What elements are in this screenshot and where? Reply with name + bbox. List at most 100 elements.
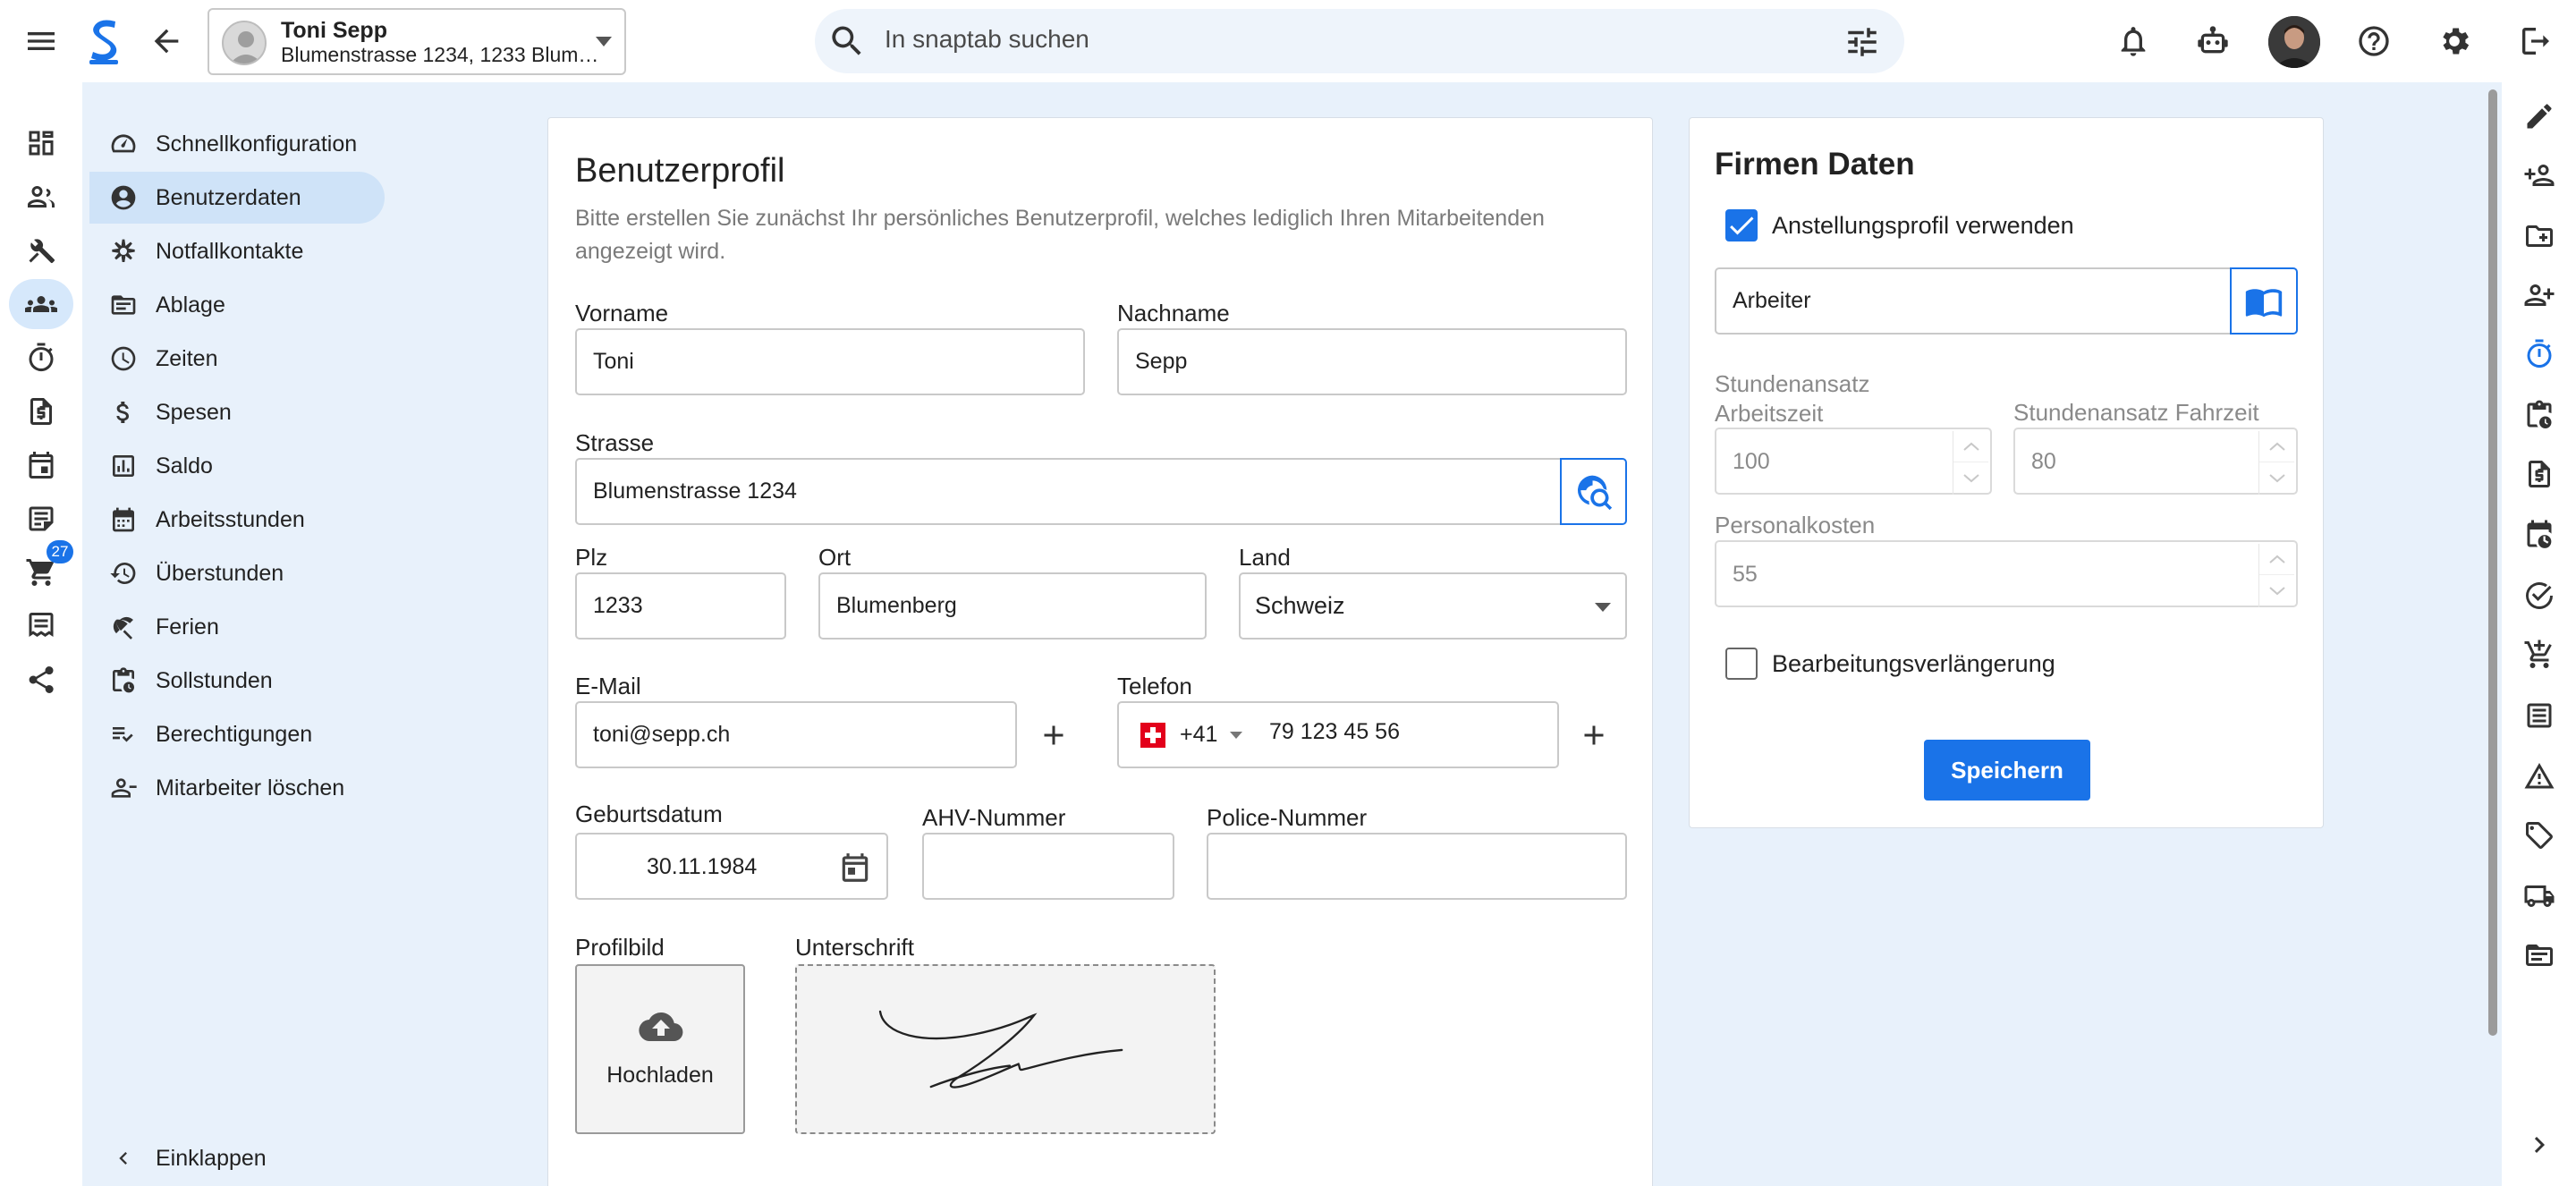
calendar-clock-icon[interactable] xyxy=(2514,510,2564,560)
chevron-right-icon[interactable] xyxy=(2514,1120,2564,1170)
search-input[interactable] xyxy=(885,25,1779,54)
snaptab-logo[interactable] xyxy=(86,16,122,66)
nav-item-zeiten[interactable]: Zeiten xyxy=(89,333,385,385)
signature-pad[interactable] xyxy=(795,964,1216,1134)
vorname-input[interactable] xyxy=(575,328,1085,395)
notes-icon[interactable] xyxy=(9,494,73,544)
collapse-nav-button[interactable]: Einklappen xyxy=(89,1132,385,1184)
checklist-icon xyxy=(113,727,133,742)
folder-add-icon[interactable] xyxy=(2514,211,2564,261)
nav-item-notfallkontakte[interactable]: Notfallkontakte xyxy=(89,225,385,277)
bell-icon[interactable] xyxy=(2108,16,2158,66)
number-stepper[interactable] xyxy=(1953,431,1988,495)
nav-item-schnellkonfiguration[interactable]: Schnellkonfiguration xyxy=(89,118,385,170)
add-person-icon[interactable] xyxy=(2514,150,2564,200)
clipboard-clock-icon[interactable] xyxy=(2514,390,2564,440)
nav-item-ueberstunden[interactable]: Überstunden xyxy=(89,547,385,599)
scrollbar-thumb[interactable] xyxy=(2488,89,2497,1036)
profile-lookup-button[interactable] xyxy=(2230,267,2298,335)
number-stepper[interactable] xyxy=(2258,431,2294,495)
list-box-icon[interactable] xyxy=(2514,690,2564,741)
folder-list-icon[interactable] xyxy=(2514,930,2564,980)
chevron-down-icon[interactable] xyxy=(2259,462,2294,494)
nav-item-berechtigungen[interactable]: Berechtigungen xyxy=(89,708,385,760)
dashboard-icon[interactable] xyxy=(9,118,73,168)
nav-item-spesen[interactable]: Spesen xyxy=(89,386,385,438)
chevron-down-icon xyxy=(1595,603,1611,612)
calendar-icon[interactable] xyxy=(9,440,73,490)
warning-icon[interactable] xyxy=(2514,751,2564,801)
telefon-input[interactable] xyxy=(1269,719,1546,745)
cart-add-icon[interactable] xyxy=(2514,630,2564,680)
add-email-button[interactable] xyxy=(1031,713,1076,758)
nachname-input[interactable] xyxy=(1117,328,1627,395)
save-button[interactable]: Speichern xyxy=(1924,740,2090,801)
nav-item-mitarbeiter-loeschen[interactable]: Mitarbeiter löschen xyxy=(89,762,385,814)
gauge-icon xyxy=(111,134,136,153)
nav-item-arbeitsstunden[interactable]: Arbeitsstunden xyxy=(89,494,385,546)
add-group-icon[interactable] xyxy=(2514,270,2564,320)
calendar-icon[interactable] xyxy=(838,851,872,885)
user-avatar[interactable] xyxy=(2268,16,2320,68)
profile-image-upload[interactable]: Hochladen xyxy=(575,964,745,1134)
customer-selector[interactable]: Toni Sepp Blumenstrasse 1234, 1233 Blume… xyxy=(208,8,626,75)
nav-item-label: Benutzerdaten xyxy=(156,184,301,210)
nav-item-benutzerdaten[interactable]: Benutzerdaten xyxy=(89,172,385,224)
settings-gear-icon[interactable] xyxy=(2429,16,2479,66)
ahv-input[interactable] xyxy=(922,833,1174,900)
check-circle-icon[interactable] xyxy=(2514,571,2564,621)
share-icon[interactable] xyxy=(9,655,73,705)
employees-icon[interactable] xyxy=(9,279,73,329)
stopwatch-icon[interactable] xyxy=(2514,329,2564,379)
book-open-icon xyxy=(2245,288,2283,317)
nav-item-sollstunden[interactable]: Sollstunden xyxy=(89,655,385,707)
land-select[interactable]: Schweiz xyxy=(1239,572,1627,640)
robot-icon[interactable] xyxy=(2188,16,2238,66)
ort-input[interactable] xyxy=(818,572,1207,640)
number-stepper[interactable] xyxy=(2258,544,2294,607)
cart-icon[interactable]: 27 xyxy=(9,540,73,597)
tools-icon[interactable] xyxy=(9,225,73,275)
filter-sliders-icon[interactable] xyxy=(1843,23,1881,61)
strasse-input[interactable] xyxy=(575,458,1563,525)
plz-label: Plz xyxy=(575,544,608,571)
chevron-down-icon[interactable] xyxy=(2259,575,2294,606)
land-value: Schweiz xyxy=(1255,592,1345,619)
bearbeitung-checkbox[interactable] xyxy=(1725,648,1758,680)
invoice-dollar-icon[interactable] xyxy=(9,386,73,436)
invoice-dollar-icon[interactable] xyxy=(2514,449,2564,499)
help-icon[interactable] xyxy=(2349,16,2399,66)
customers-icon[interactable] xyxy=(9,172,73,222)
stopwatch-icon[interactable] xyxy=(9,333,73,383)
country-code-select[interactable]: +41 xyxy=(1126,703,1260,767)
anstellungsprofil-checkbox[interactable] xyxy=(1725,209,1758,241)
back-arrow-icon[interactable] xyxy=(141,16,191,66)
dollar-icon xyxy=(116,402,129,423)
geburtsdatum-field[interactable]: 30.11.1984 xyxy=(575,833,888,900)
stundenansatz-arbeitszeit-field[interactable]: 100 xyxy=(1715,428,1992,495)
nav-item-ferien[interactable]: Ferien xyxy=(89,601,385,653)
chevron-down-icon xyxy=(596,37,612,47)
police-input[interactable] xyxy=(1207,833,1627,900)
edit-pencil-icon[interactable] xyxy=(2514,91,2564,141)
nav-item-saldo[interactable]: Saldo xyxy=(89,440,385,492)
truck-icon[interactable] xyxy=(2514,871,2564,921)
address-search-button[interactable] xyxy=(1560,458,1627,525)
chevron-up-icon[interactable] xyxy=(2259,544,2294,575)
nav-item-ablage[interactable]: Ablage xyxy=(89,279,385,331)
email-input[interactable] xyxy=(575,701,1017,768)
search-icon[interactable] xyxy=(827,21,867,61)
tag-icon[interactable] xyxy=(2514,810,2564,860)
personalkosten-field[interactable]: 55 xyxy=(1715,540,2298,607)
plz-input[interactable] xyxy=(575,572,786,640)
stundenansatz-fahrzeit-field[interactable]: 80 xyxy=(2013,428,2298,495)
chevron-up-icon[interactable] xyxy=(2259,431,2294,462)
add-phone-button[interactable] xyxy=(1572,713,1616,758)
nav-item-label: Sollstunden xyxy=(156,667,273,693)
chevron-down-icon[interactable] xyxy=(1953,462,1988,494)
anstellungsprofil-input[interactable] xyxy=(1715,267,2232,335)
menu-icon[interactable] xyxy=(16,16,66,66)
logout-icon[interactable] xyxy=(2511,16,2561,66)
receipt-list-icon[interactable] xyxy=(9,601,73,651)
chevron-up-icon[interactable] xyxy=(1953,431,1988,462)
